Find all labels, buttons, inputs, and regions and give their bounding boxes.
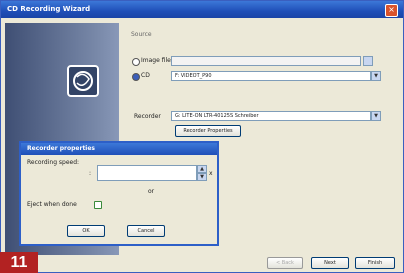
recording-speed-input[interactable] bbox=[97, 165, 197, 181]
cd-label: CD bbox=[141, 72, 150, 79]
browse-image-button[interactable] bbox=[363, 56, 373, 66]
next-button[interactable]: Next bbox=[311, 257, 349, 269]
eject-checkbox[interactable] bbox=[94, 201, 102, 209]
cd-radio[interactable] bbox=[132, 73, 140, 81]
recording-speed-label: Recording speed: bbox=[27, 159, 80, 166]
eject-label: Eject when done bbox=[27, 201, 77, 208]
speed-note: or bbox=[148, 188, 155, 195]
recorder-label: Recorder bbox=[134, 113, 161, 120]
image-file-field[interactable] bbox=[171, 56, 361, 66]
ok-button[interactable]: OK bbox=[67, 225, 105, 237]
title-bar[interactable]: CD Recording Wizard × bbox=[1, 1, 403, 18]
chevron-down-icon[interactable]: ▼ bbox=[371, 111, 381, 121]
recorder-properties-button[interactable]: Recorder Properties bbox=[175, 125, 241, 137]
speed-unit: x bbox=[209, 170, 213, 177]
step-number-badge: 11 bbox=[0, 252, 38, 273]
speed-up-icon[interactable]: ▲ bbox=[197, 165, 207, 173]
source-heading: Source bbox=[131, 31, 152, 38]
image-file-radio[interactable] bbox=[132, 58, 140, 66]
image-file-label: Image file bbox=[141, 57, 171, 64]
cd-drive-select[interactable]: F: VIDEOT_P90 bbox=[171, 71, 371, 81]
back-button[interactable]: < Back bbox=[267, 257, 303, 269]
finish-button[interactable]: Finish bbox=[355, 257, 395, 269]
speed-down-icon[interactable]: ▼ bbox=[197, 173, 207, 181]
recording-wizard-window: CD Recording Wizard × Source Image file … bbox=[0, 0, 404, 273]
cd-disc-icon bbox=[67, 65, 99, 97]
recorder-select[interactable]: G: LITE-ON LTR-40125S Schreiber bbox=[171, 111, 371, 121]
dialog-title: Recorder properties bbox=[21, 143, 217, 155]
window-title: CD Recording Wizard bbox=[7, 5, 91, 13]
chevron-down-icon[interactable]: ▼ bbox=[371, 71, 381, 81]
speed-marker: : bbox=[89, 170, 92, 177]
cancel-button[interactable]: Cancel bbox=[127, 225, 165, 237]
recorder-properties-dialog: Recorder properties Recording speed: : ▲… bbox=[19, 141, 219, 246]
close-icon[interactable]: × bbox=[385, 4, 398, 17]
